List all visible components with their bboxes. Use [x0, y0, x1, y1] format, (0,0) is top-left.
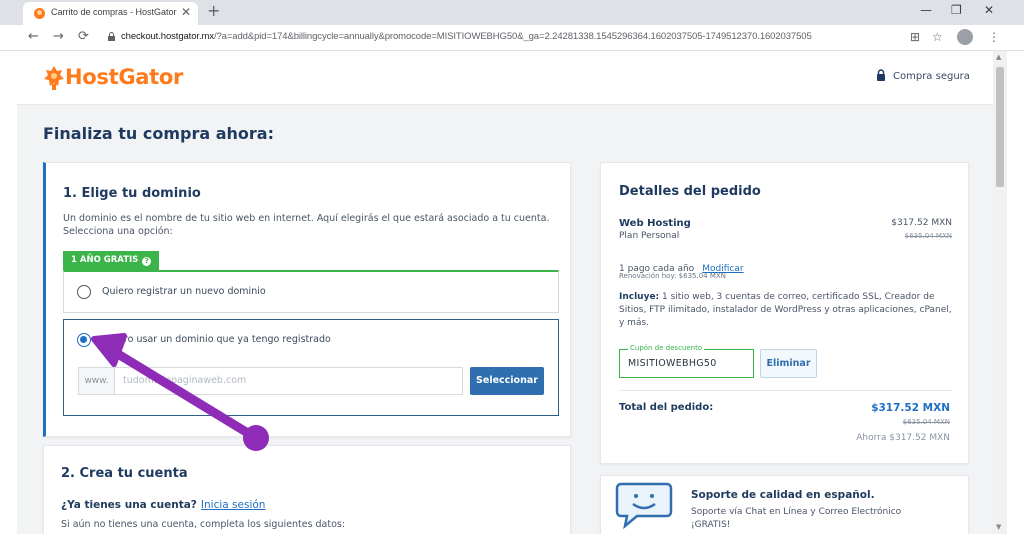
restore-icon[interactable]: ❐ — [951, 3, 962, 17]
option-new-domain[interactable]: Quiero registrar un nuevo dominio — [63, 270, 559, 313]
url-domain: checkout.hostgator.mx — [121, 31, 214, 42]
support-subtext: Soporte vía Chat en Línea y Correo Elect… — [691, 506, 901, 532]
radio-new-domain[interactable] — [77, 285, 91, 299]
domain-description: Un dominio es el nombre de tu sitio web … — [63, 213, 550, 237]
renewal-note: Renovación hoy: $635.04 MXN — [619, 272, 726, 280]
includes-text: Incluye: 1 sitio web, 3 cuentas de corre… — [619, 291, 952, 330]
window-edge — [1007, 51, 1024, 534]
window-close-icon[interactable]: ✕ — [984, 3, 994, 17]
translate-icon[interactable]: ⊞ — [910, 30, 920, 44]
page-scrollbar[interactable]: ▲ ▼ — [993, 51, 1007, 534]
www-prefix: www. — [78, 367, 114, 395]
profile-avatar[interactable] — [957, 29, 973, 45]
includes-list: 1 sitio web, 3 cuentas de correo, certif… — [619, 292, 952, 328]
secure-lock-icon — [877, 69, 885, 81]
hostgator-favicon-icon — [34, 8, 45, 19]
help-icon[interactable]: ? — [142, 257, 152, 266]
free-year-badge: 1 AÑO GRATIS? — [63, 251, 160, 270]
coupon-label: Cupón de descuento — [628, 344, 705, 352]
free-year-badge-label: 1 AÑO GRATIS — [71, 255, 139, 265]
option-existing-domain[interactable]: Quiero usar un dominio que ya tengo regi… — [63, 319, 559, 416]
support-title: Soporte de calidad en español. — [691, 489, 875, 501]
browser-toolbar: ← → ⟳ checkout.hostgator.mx/?a=add&pid=1… — [0, 25, 1024, 51]
chat-support-icon — [615, 482, 673, 530]
support-line-1: Soporte vía Chat en Línea y Correo Elect… — [691, 507, 902, 517]
order-details: Detalles del pedido Web Hosting Plan Per… — [600, 162, 969, 464]
browser-tab[interactable]: Carrito de compras - HostGator ✕ — [23, 2, 198, 25]
domain-input[interactable]: tudominiopaginaweb.com — [114, 367, 463, 395]
total-old-price: $635.04 MXN — [902, 418, 950, 426]
coupon-value: MISITIOWEBHG50 — [628, 358, 717, 369]
forward-icon[interactable]: → — [53, 29, 64, 44]
product-row: Web Hosting Plan Personal $317.52 MXN $6… — [619, 218, 952, 248]
secure-purchase-label: Compra segura — [893, 71, 970, 82]
remove-coupon-button[interactable]: Eliminar — [760, 349, 817, 378]
site-header: HostGator Compra segura — [17, 51, 993, 105]
option-new-domain-label: Quiero registrar un nuevo dominio — [102, 286, 266, 297]
tab-close-icon[interactable]: ✕ — [181, 5, 191, 19]
scroll-thumb[interactable] — [996, 67, 1004, 187]
product-price-block: $317.52 MXN $635.04 MXN — [891, 218, 952, 240]
product-old-price: $635.04 MXN — [904, 232, 952, 240]
tab-title: Carrito de compras - HostGator — [51, 7, 177, 17]
reload-icon[interactable]: ⟳ — [78, 29, 89, 44]
have-account-text: ¿Ya tienes una cuenta? — [61, 499, 197, 511]
account-section-title: 2. Crea tu cuenta — [61, 466, 188, 481]
bookmark-star-icon[interactable]: ☆ — [932, 30, 943, 44]
account-section: 2. Crea tu cuenta ¿Ya tienes una cuenta?… — [43, 445, 571, 534]
browser-menu-icon[interactable]: ⋮ — [988, 30, 1000, 44]
total-value: $317.52 MXN — [871, 402, 950, 414]
page-title: Finaliza tu compra ahora: — [43, 124, 274, 143]
url-lock-icon — [108, 32, 115, 41]
order-divider — [619, 390, 952, 391]
domain-section: 1. Elige tu dominio Un dominio es el nom… — [43, 162, 571, 437]
order-details-title: Detalles del pedido — [619, 184, 761, 199]
back-icon[interactable]: ← — [28, 29, 39, 44]
checkout-page: HostGator Compra segura Finaliza tu comp… — [17, 51, 993, 534]
hostgator-logo-icon — [44, 66, 64, 90]
new-tab-icon[interactable]: + — [207, 2, 220, 20]
product-price: $317.52 MXN — [891, 218, 952, 228]
scroll-up-icon[interactable]: ▲ — [996, 53, 1001, 61]
domain-section-title: 1. Elige tu dominio — [63, 186, 201, 201]
radio-existing-domain[interactable] — [77, 333, 91, 347]
have-account-line: ¿Ya tienes una cuenta? Inicia sesión — [61, 499, 265, 511]
savings-amount: Ahorra $317.52 MXN — [856, 433, 950, 443]
coupon-field[interactable]: Cupón de descuento MISITIOWEBHG50 — [619, 344, 754, 378]
account-subtext: Si aún no tienes una cuenta, completa lo… — [61, 519, 346, 530]
address-bar[interactable]: checkout.hostgator.mx/?a=add&pid=174&bil… — [121, 31, 812, 42]
hostgator-logo-text[interactable]: HostGator — [65, 65, 183, 89]
url-path: /?a=add&pid=174&billingcycle=annually&pr… — [213, 31, 812, 42]
support-line-2: ¡GRATIS! — [691, 520, 731, 530]
login-link[interactable]: Inicia sesión — [201, 499, 266, 511]
scroll-down-icon[interactable]: ▼ — [996, 523, 1001, 531]
select-domain-button[interactable]: Seleccionar — [470, 367, 544, 395]
minimize-icon[interactable]: — — [920, 3, 932, 17]
browser-tabbar: Carrito de compras - HostGator ✕ + — ❐ ✕ — [0, 0, 1024, 25]
support-banner: Soporte de calidad en español. Soporte v… — [600, 475, 969, 534]
option-existing-domain-label: Quiero usar un dominio que ya tengo regi… — [102, 334, 331, 345]
total-label: Total del pedido: — [619, 402, 714, 413]
includes-label: Incluye: — [619, 292, 660, 302]
